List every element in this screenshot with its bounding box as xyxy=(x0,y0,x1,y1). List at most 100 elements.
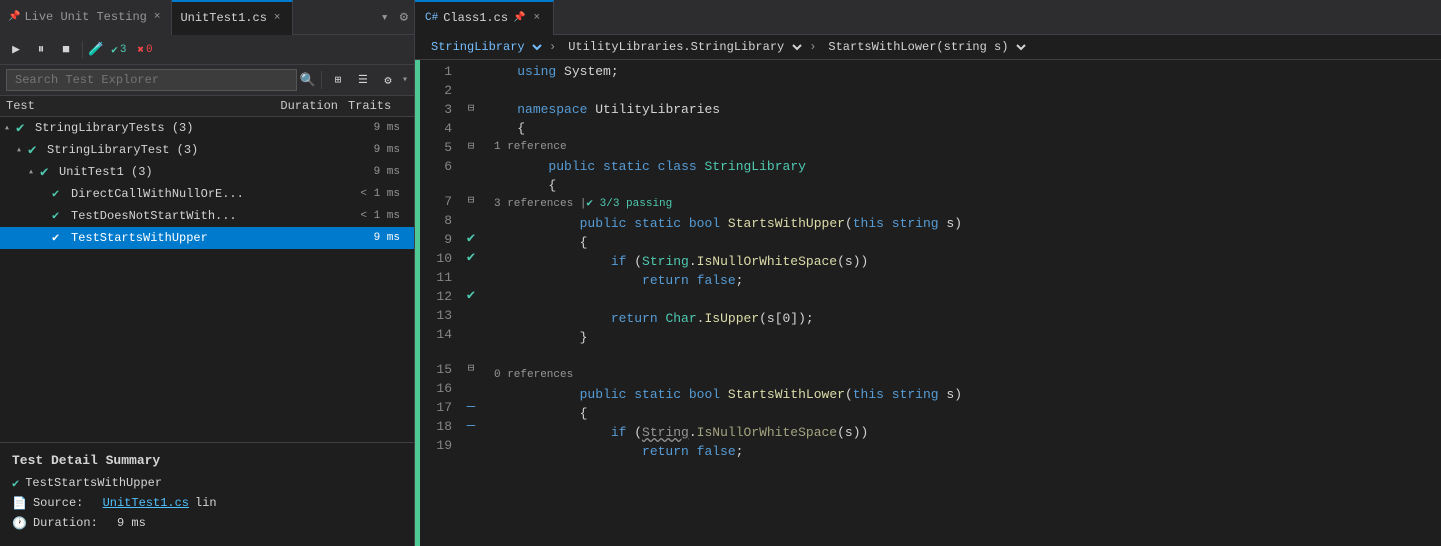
lut-fail-badge: ✖ 0 xyxy=(133,42,156,58)
code-content: using System; namespace UtilityLibraries… xyxy=(482,60,1441,546)
code-line-4: { xyxy=(482,119,1441,138)
tree-row-doesnotstart[interactable]: ✔ TestDoesNotStartWith... < 1 ms xyxy=(0,205,414,227)
tab-class1-label: Class1.cs xyxy=(443,11,508,25)
class-dropdown[interactable]: UtilityLibraries.StringLibrary xyxy=(560,38,805,56)
collapse-3[interactable]: ⊟ xyxy=(460,100,482,119)
detail-duration-row: 🕐 Duration: 9 ms xyxy=(12,516,402,531)
pass-icon-doesnotstart: ✔ xyxy=(52,208,68,224)
code-line-0ref: 0 references xyxy=(482,366,1441,385)
detail-test-name: TestStartsWithUpper xyxy=(25,476,162,490)
live-unit-testing-pin-icon: 📌 xyxy=(8,11,20,23)
expand-unittest1[interactable]: ▴ xyxy=(28,166,40,178)
expand-stringlibrarytest[interactable]: ▴ xyxy=(16,144,28,156)
collapse-5[interactable]: ⊟ xyxy=(460,138,482,157)
search-icon[interactable]: 🔍 xyxy=(300,73,316,88)
fail-count: 0 xyxy=(146,44,153,56)
duration-unittest1: 9 ms xyxy=(340,166,410,178)
namespace-dropdown[interactable]: StringLibrary xyxy=(423,38,545,56)
code-line-5: public static class StringLibrary xyxy=(482,157,1441,176)
code-line-5ref: 1 reference xyxy=(482,138,1441,157)
tab-lut-label: Live Unit Testing xyxy=(24,10,146,24)
breadcrumb-sep-2: › xyxy=(809,40,816,54)
expand-stringlibrarytests[interactable]: ▴ xyxy=(4,122,16,134)
settings-button[interactable]: ⚙ xyxy=(377,69,399,91)
separator-1 xyxy=(82,41,83,59)
code-area: 1 2 3 4 5 6 7 8 9 10 11 12 13 14 15 xyxy=(415,60,1441,546)
group-by-button[interactable]: ⊞ xyxy=(327,69,349,91)
tab-unittest1-label: UnitTest1.cs xyxy=(180,11,266,25)
code-line-3: namespace UtilityLibraries xyxy=(482,100,1441,119)
tree-row-startwithupper[interactable]: ✔ TestStartsWithUpper 9 ms xyxy=(0,227,414,249)
search-separator xyxy=(321,71,322,89)
dash-18: — xyxy=(460,417,482,436)
search-input[interactable] xyxy=(6,69,297,91)
tab-lut-close[interactable]: × xyxy=(151,10,164,24)
detail-source-link[interactable]: UnitTest1.cs xyxy=(103,496,189,510)
code-line-9: if (String.IsNullOrWhiteSpace(s)) xyxy=(482,252,1441,271)
tab-gear-left[interactable]: ⚙ xyxy=(394,9,414,26)
lut-stop-button[interactable]: ■ xyxy=(55,39,77,61)
lut-pause-button[interactable]: ⏸ xyxy=(30,39,52,61)
code-line-16: { xyxy=(482,404,1441,423)
duration-startwithupper: 9 ms xyxy=(340,232,410,244)
code-gutter: ⊟ ⊟ ⊟ ✔ ✔ ✔ ⊟ — — xyxy=(460,60,482,546)
label-stringlibrarytests: StringLibraryTests (3) xyxy=(35,121,340,135)
hierarchy-button[interactable]: ☰ xyxy=(352,69,374,91)
collapse-7[interactable]: ⊟ xyxy=(460,192,482,211)
tree-row-stringlibrarytest[interactable]: ▴ ✔ StringLibraryTest (3) 9 ms xyxy=(0,139,414,161)
label-unittest1: UnitTest1 (3) xyxy=(59,165,340,179)
check-12: ✔ xyxy=(460,287,482,306)
code-line-8: { xyxy=(482,233,1441,252)
check-10: ✔ xyxy=(460,249,482,268)
lut-play-button[interactable]: ▶ xyxy=(5,39,27,61)
code-line-12: return Char.IsUpper(s[0]); xyxy=(482,309,1441,328)
detail-clock-icon: 🕐 xyxy=(12,516,27,531)
label-doesnotstart: TestDoesNotStartWith... xyxy=(71,209,340,223)
code-line-14 xyxy=(482,347,1441,366)
tab-unittest1[interactable]: UnitTest1.cs × xyxy=(172,0,292,35)
settings-dropdown[interactable]: ▾ xyxy=(402,74,408,86)
tab-class1-icon: C# xyxy=(425,12,438,24)
fail-x-icon: ✖ xyxy=(137,43,144,57)
detail-test-name-row: ✔ TestStartsWithUpper xyxy=(12,476,402,491)
tab-live-unit-testing[interactable]: 📌 Live Unit Testing × xyxy=(0,0,172,35)
pass-icon-startwithupper: ✔ xyxy=(52,230,68,246)
pass-icon-direct: ✔ xyxy=(52,186,68,202)
code-line-2 xyxy=(482,81,1441,100)
label-stringlibrarytest: StringLibraryTest (3) xyxy=(47,143,340,157)
tab-class1[interactable]: C# Class1.cs 📌 × xyxy=(415,0,554,35)
tree-row-unittest1[interactable]: ▴ ✔ UnitTest1 (3) 9 ms xyxy=(0,161,414,183)
tab-class1-close[interactable]: × xyxy=(530,11,543,25)
code-line-15: public static bool StartsWithLower(this … xyxy=(482,385,1441,404)
tab-unittest1-close[interactable]: × xyxy=(271,11,284,25)
code-line-13: } xyxy=(482,328,1441,347)
code-line-refpassing: 3 references | ✔ 3/3 passing xyxy=(482,195,1441,214)
tree-row-directcall[interactable]: ✔ DirectCallWithNullOrE... < 1 ms xyxy=(0,183,414,205)
lut-pass-badge: ✔ 3 xyxy=(107,42,130,58)
breadcrumb-sep-1: › xyxy=(549,40,556,54)
check-9: ✔ xyxy=(460,230,482,249)
detail-duration-value: 9 ms xyxy=(117,516,146,530)
detail-source-label: Source: xyxy=(33,496,83,510)
pass-count: 3 xyxy=(120,44,127,56)
test-detail-summary: Test Detail Summary ✔ TestStartsWithUppe… xyxy=(0,442,414,546)
duration-stringlibrarytest: 9 ms xyxy=(340,144,410,156)
tree-row-stringlibrarytests[interactable]: ▴ ✔ StringLibraryTests (3) 9 ms xyxy=(0,117,414,139)
method-dropdown[interactable]: StartsWithLower(string s) xyxy=(820,38,1029,56)
detail-title: Test Detail Summary xyxy=(12,453,402,468)
duration-stringlibrarytests: 9 ms xyxy=(340,122,410,134)
test-tree: ▴ ✔ StringLibraryTests (3) 9 ms ▴ ✔ Stri… xyxy=(0,117,414,442)
detail-doc-icon: 📄 xyxy=(12,496,27,511)
tab-dropdown-left[interactable]: ▾ xyxy=(376,10,394,25)
code-line-19 xyxy=(482,461,1441,480)
collapse-15[interactable]: ⊟ xyxy=(460,360,482,379)
col-duration: Duration xyxy=(268,99,348,113)
line-numbers: 1 2 3 4 5 6 7 8 9 10 11 12 13 14 15 xyxy=(420,60,460,546)
pass-icon-lib: ✔ xyxy=(28,142,44,158)
code-line-11 xyxy=(482,290,1441,309)
code-line-10: return false; xyxy=(482,271,1441,290)
detail-duration-label: Duration: xyxy=(33,516,98,530)
code-line-18: return false; xyxy=(482,442,1441,461)
pass-icon-root: ✔ xyxy=(16,120,32,136)
tab-class1-pin[interactable]: 📌 xyxy=(513,12,525,24)
